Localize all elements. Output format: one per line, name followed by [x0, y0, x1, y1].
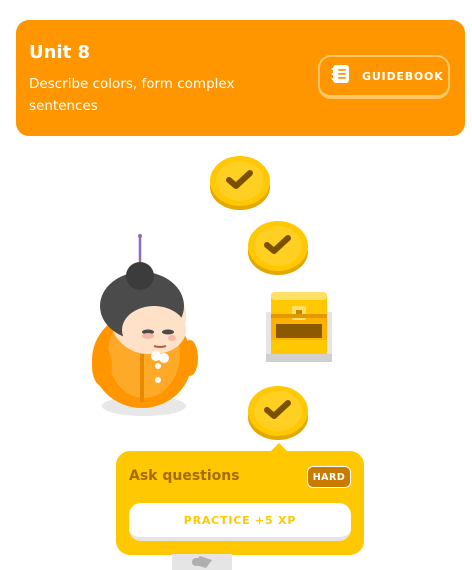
- difficulty-badge: HARD: [307, 466, 351, 488]
- unit-title: Unit 8: [29, 42, 90, 63]
- guidebook-icon: [331, 64, 351, 88]
- lesson-node-completed[interactable]: [210, 154, 270, 210]
- locked-node[interactable]: [172, 548, 232, 570]
- course-path-page: Unit 8 Describe colors, form complex sen…: [0, 0, 472, 570]
- guidebook-label: GUIDEBOOK: [362, 69, 444, 83]
- unit-header: Unit 8 Describe colors, form complex sen…: [16, 20, 465, 136]
- treasure-chest-icon[interactable]: [262, 284, 336, 366]
- grandma-character: [86, 234, 202, 420]
- locked-marker: [326, 565, 348, 570]
- lesson-node-completed[interactable]: [248, 384, 308, 440]
- guidebook-button[interactable]: GUIDEBOOK: [318, 55, 450, 99]
- practice-button[interactable]: PRACTICE +5 XP: [129, 503, 351, 541]
- popup-title: Ask questions: [129, 468, 240, 484]
- unit-description: Describe colors, form complex sentences: [29, 76, 235, 114]
- lesson-popup: Ask questions HARD PRACTICE +5 XP: [116, 451, 364, 555]
- lesson-node-completed[interactable]: [248, 219, 308, 275]
